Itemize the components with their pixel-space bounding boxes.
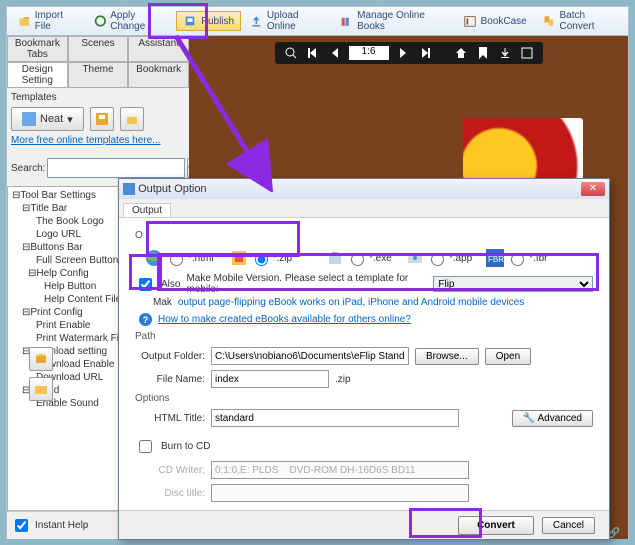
format-html-radio[interactable] bbox=[170, 253, 183, 266]
convert-button[interactable]: Convert bbox=[458, 516, 534, 535]
tab-assistant[interactable]: Assistant bbox=[128, 36, 189, 62]
options-section-label: Options bbox=[135, 393, 593, 404]
search-label: Search: bbox=[11, 163, 45, 174]
mobile-note: output page-flipping eBook works on iPad… bbox=[178, 297, 524, 308]
advanced-button[interactable]: 🔧 Advanced bbox=[512, 410, 593, 427]
tab-scenes[interactable]: Scenes bbox=[68, 36, 129, 62]
load-template-button[interactable] bbox=[120, 107, 144, 131]
save-template-button[interactable] bbox=[90, 107, 114, 131]
cd-writer-input bbox=[211, 461, 469, 479]
search-input[interactable] bbox=[47, 158, 185, 178]
mobile-version-checkbox[interactable] bbox=[139, 278, 152, 291]
format-app-radio[interactable] bbox=[431, 253, 444, 266]
publish-button[interactable]: Publish bbox=[176, 11, 241, 31]
bookcase-button[interactable]: BookCase bbox=[456, 11, 534, 31]
help-icon: ? bbox=[139, 313, 152, 326]
file-name-input[interactable] bbox=[211, 370, 329, 388]
output-option-dialog: Output Option✕ Output O *.html *.zip *.e… bbox=[118, 178, 610, 540]
fullscreen-icon[interactable] bbox=[519, 45, 535, 61]
format-exe-radio[interactable] bbox=[351, 253, 364, 266]
help-link[interactable]: How to make created eBooks available for… bbox=[158, 314, 411, 325]
page-indicator[interactable]: 1:6 bbox=[349, 46, 389, 60]
mobile-make-text: Make Mobile Version. Please select a tem… bbox=[186, 273, 427, 295]
format-section-label: O bbox=[135, 230, 593, 241]
neat-template-button[interactable]: Neat ▾ bbox=[11, 107, 84, 131]
instant-help-checkbox[interactable] bbox=[15, 519, 28, 532]
folder-icon-button[interactable] bbox=[29, 377, 53, 401]
mobile-mak-text: Mak bbox=[153, 297, 172, 308]
last-page-button[interactable] bbox=[417, 45, 433, 61]
import-file-button[interactable]: Import File bbox=[11, 7, 85, 35]
format-zip-radio[interactable] bbox=[255, 253, 268, 266]
db-icon-button[interactable] bbox=[29, 347, 53, 371]
format-fbr-radio[interactable] bbox=[511, 253, 524, 266]
tab-bookmark[interactable]: Bookmark bbox=[128, 62, 189, 88]
apply-change-button[interactable]: Apply Change bbox=[87, 7, 175, 35]
first-page-button[interactable] bbox=[305, 45, 321, 61]
open-button[interactable]: Open bbox=[485, 348, 531, 365]
cancel-button[interactable]: Cancel bbox=[542, 517, 595, 534]
more-templates-link[interactable]: More free online templates here... bbox=[11, 135, 161, 146]
burn-cd-checkbox[interactable] bbox=[139, 440, 152, 453]
mobile-template-select[interactable]: Flip bbox=[433, 276, 593, 292]
upload-online-button[interactable]: Upload Online bbox=[243, 7, 331, 35]
home-icon[interactable] bbox=[453, 45, 469, 61]
tab-design-setting[interactable]: Design Setting bbox=[7, 62, 68, 88]
output-tab[interactable]: Output bbox=[123, 203, 171, 217]
tab-theme[interactable]: Theme bbox=[68, 62, 129, 88]
manage-books-button[interactable]: Manage Online Books bbox=[333, 7, 453, 35]
download-icon[interactable] bbox=[497, 45, 513, 61]
batch-convert-button[interactable]: Batch Convert bbox=[536, 7, 624, 35]
browse-button[interactable]: Browse... bbox=[415, 348, 479, 365]
svg-text:FBR: FBR bbox=[488, 255, 504, 264]
path-section-label: Path bbox=[135, 331, 593, 342]
html-title-input[interactable] bbox=[211, 409, 459, 427]
templates-label: Templates bbox=[11, 92, 185, 103]
bookmark-icon[interactable] bbox=[475, 45, 491, 61]
prev-page-button[interactable] bbox=[327, 45, 343, 61]
tab-bookmark-tabs[interactable]: Bookmark Tabs bbox=[7, 36, 68, 62]
format-row: *.html *.zip *.exe *.app FBR*.fbr bbox=[145, 249, 593, 267]
viewer-toolbar: 1:6 bbox=[275, 42, 543, 64]
next-page-button[interactable] bbox=[395, 45, 411, 61]
mobile-also-text: Also bbox=[161, 279, 180, 290]
output-folder-input[interactable] bbox=[211, 347, 409, 365]
disc-title-input bbox=[211, 484, 469, 502]
dialog-close-button[interactable]: ✕ bbox=[581, 182, 605, 196]
instant-help-label: Instant Help bbox=[35, 520, 88, 531]
zoom-icon[interactable] bbox=[283, 45, 299, 61]
main-toolbar: Import File Apply Change Publish Upload … bbox=[7, 7, 628, 36]
